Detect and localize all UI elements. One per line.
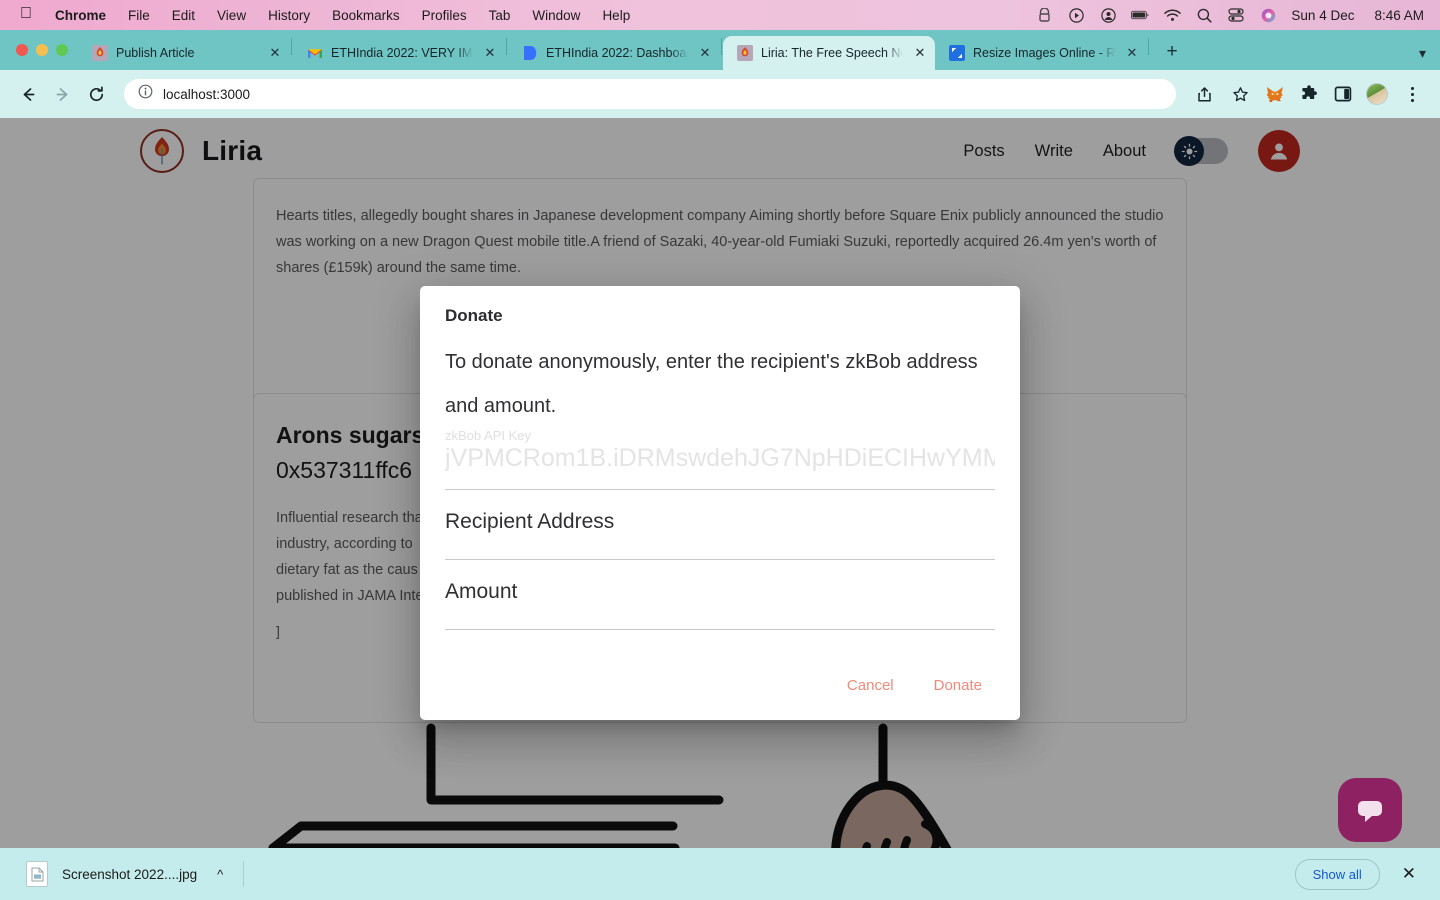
- control-center-icon[interactable]: [1227, 7, 1245, 23]
- modal-fields: zkBob API Key jVPMCRom1B.iDRMswdehJG7NpH…: [420, 428, 1020, 642]
- tab-ethindia-dashboard[interactable]: ETHIndia 2022: Dashboard | Do ✕: [508, 36, 720, 70]
- menu-item-view[interactable]: View: [206, 8, 257, 23]
- amount-field[interactable]: Amount: [445, 572, 995, 642]
- back-arrow-icon[interactable]: [12, 78, 44, 110]
- browser-toolbar: localhost:3000: [0, 70, 1440, 118]
- tab-title: Publish Article: [116, 46, 195, 60]
- tab-ethindia-email[interactable]: ETHIndia 2022: VERY IMPORTA ✕: [293, 36, 505, 70]
- devfolio-favicon: [522, 45, 538, 61]
- menu-item-window[interactable]: Window: [521, 8, 591, 23]
- page-viewport: Liria Posts Write About Hearts titles, a…: [0, 118, 1440, 900]
- play-circle-icon[interactable]: [1067, 7, 1085, 23]
- minimize-window-button[interactable]: [36, 44, 48, 56]
- download-item[interactable]: Screenshot 2022....jpg ^: [16, 861, 229, 887]
- field-underline: [445, 489, 995, 490]
- resize-favicon: [949, 45, 965, 61]
- battery-icon[interactable]: [1131, 7, 1149, 23]
- amount-placeholder: Amount: [445, 580, 518, 603]
- menu-bar-date: Sun 4 Dec: [1291, 7, 1355, 23]
- field-underline: [445, 629, 995, 630]
- tab-publish-article[interactable]: Publish Article ✕: [78, 36, 290, 70]
- field-underline: [445, 559, 995, 560]
- menu-item-bookmarks[interactable]: Bookmarks: [321, 8, 411, 23]
- menu-bar-status-icons: Sun 4 Dec 8:46 AM: [1035, 7, 1428, 23]
- modal-actions: Cancel Donate: [420, 669, 1020, 720]
- forward-arrow-icon[interactable]: [46, 78, 78, 110]
- api-key-label: zkBob API Key: [445, 428, 531, 443]
- cancel-button[interactable]: Cancel: [831, 669, 910, 702]
- modal-title: Donate: [445, 306, 503, 325]
- tab-title: ETHIndia 2022: Dashboard | Do: [546, 46, 688, 60]
- close-window-button[interactable]: [16, 44, 28, 56]
- star-icon[interactable]: [1224, 78, 1256, 110]
- tab-separator: [721, 37, 722, 55]
- new-tab-button[interactable]: +: [1158, 38, 1186, 66]
- window-controls: [10, 30, 78, 70]
- liria-favicon: [92, 45, 108, 61]
- tab-separator: [291, 37, 292, 55]
- address-bar-url[interactable]: localhost:3000: [163, 87, 250, 102]
- menu-item-file[interactable]: File: [117, 8, 161, 23]
- downloads-actions: Show all ✕: [1294, 858, 1424, 890]
- downloads-separator: [243, 861, 245, 887]
- recipient-address-placeholder: Recipient Address: [445, 510, 615, 533]
- modal-description: To donate anonymously, enter the recipie…: [445, 351, 978, 417]
- close-tab-button[interactable]: ✕: [1123, 44, 1141, 62]
- reload-icon[interactable]: [80, 78, 112, 110]
- menu-bar-clock: 8:46 AM: [1374, 7, 1424, 23]
- account-circle-icon[interactable]: [1099, 7, 1117, 23]
- close-tab-button[interactable]: ✕: [266, 44, 284, 62]
- api-key-value: jVPMCRom1B.iDRMswdehJG7NpHDiECIHwYMMv6k2: [445, 444, 995, 472]
- downloads-bar: Screenshot 2022....jpg ^ Show all ✕: [0, 848, 1440, 900]
- tab-liria-free-speech-network[interactable]: Liria: The Free Speech Network ✕: [723, 36, 935, 70]
- menu-item-edit[interactable]: Edit: [161, 8, 206, 23]
- puzzle-piece-icon[interactable]: [1294, 79, 1324, 109]
- side-panel-icon[interactable]: [1328, 79, 1358, 109]
- close-tab-button[interactable]: ✕: [911, 44, 929, 62]
- menu-item-profiles[interactable]: Profiles: [411, 8, 478, 23]
- chevron-down-icon[interactable]: ▾: [1419, 45, 1426, 62]
- api-key-field[interactable]: zkBob API Key jVPMCRom1B.iDRMswdehJG7NpH…: [445, 428, 995, 502]
- chevron-up-icon[interactable]: ^: [211, 867, 229, 882]
- tab-title: ETHIndia 2022: VERY IMPORTA: [331, 46, 473, 60]
- gmail-favicon: [307, 45, 323, 61]
- close-tab-button[interactable]: ✕: [696, 44, 714, 62]
- tab-strip-right: ▾: [1419, 45, 1440, 70]
- image-file-icon: [26, 861, 48, 887]
- liria-favicon: [737, 45, 753, 61]
- menu-item-history[interactable]: History: [257, 8, 321, 23]
- menu-item-help[interactable]: Help: [591, 8, 641, 23]
- maximize-window-button[interactable]: [56, 44, 68, 56]
- profile-avatar-icon[interactable]: [1362, 79, 1392, 109]
- macos-menu-bar:  Chrome File Edit View History Bookmark…: [0, 0, 1440, 30]
- share-icon[interactable]: [1188, 78, 1220, 110]
- menu-item-chrome[interactable]: Chrome: [44, 8, 117, 23]
- menu-item-tab[interactable]: Tab: [478, 8, 522, 23]
- siri-icon[interactable]: [1259, 7, 1277, 23]
- donate-modal: Donate To donate anonymously, enter the …: [420, 286, 1020, 720]
- search-icon[interactable]: [1195, 7, 1213, 23]
- show-all-downloads-button[interactable]: Show all: [1294, 858, 1380, 890]
- download-file-name: Screenshot 2022....jpg: [62, 866, 198, 882]
- tab-strip: Publish Article ✕ ETHIndia 2022: VERY IM…: [0, 30, 1440, 70]
- recipient-address-field[interactable]: Recipient Address: [445, 502, 995, 572]
- tab-title: Resize Images Online - Reduce: [973, 46, 1115, 60]
- tab-separator: [506, 37, 507, 55]
- menu-bar-items:  Chrome File Edit View History Bookmark…: [12, 6, 641, 24]
- metamask-fox-icon[interactable]: [1260, 79, 1290, 109]
- tab-resize-images-online[interactable]: Resize Images Online - Reduce ✕: [935, 36, 1147, 70]
- toolbar-actions: [1188, 78, 1428, 110]
- close-tab-button[interactable]: ✕: [481, 44, 499, 62]
- address-bar[interactable]: localhost:3000: [124, 79, 1176, 109]
- wifi-icon[interactable]: [1163, 7, 1181, 23]
- kebab-menu-icon[interactable]: [1396, 78, 1428, 110]
- info-circle-icon[interactable]: [138, 84, 153, 104]
- lock-icon[interactable]: [1035, 7, 1053, 23]
- tab-separator: [1148, 37, 1149, 55]
- apple-icon[interactable]: : [12, 6, 44, 24]
- chrome-browser-window: Publish Article ✕ ETHIndia 2022: VERY IM…: [0, 30, 1440, 900]
- close-downloads-bar-button[interactable]: ✕: [1394, 860, 1424, 888]
- donate-button[interactable]: Donate: [918, 669, 998, 702]
- tab-title: Liria: The Free Speech Network: [761, 46, 903, 60]
